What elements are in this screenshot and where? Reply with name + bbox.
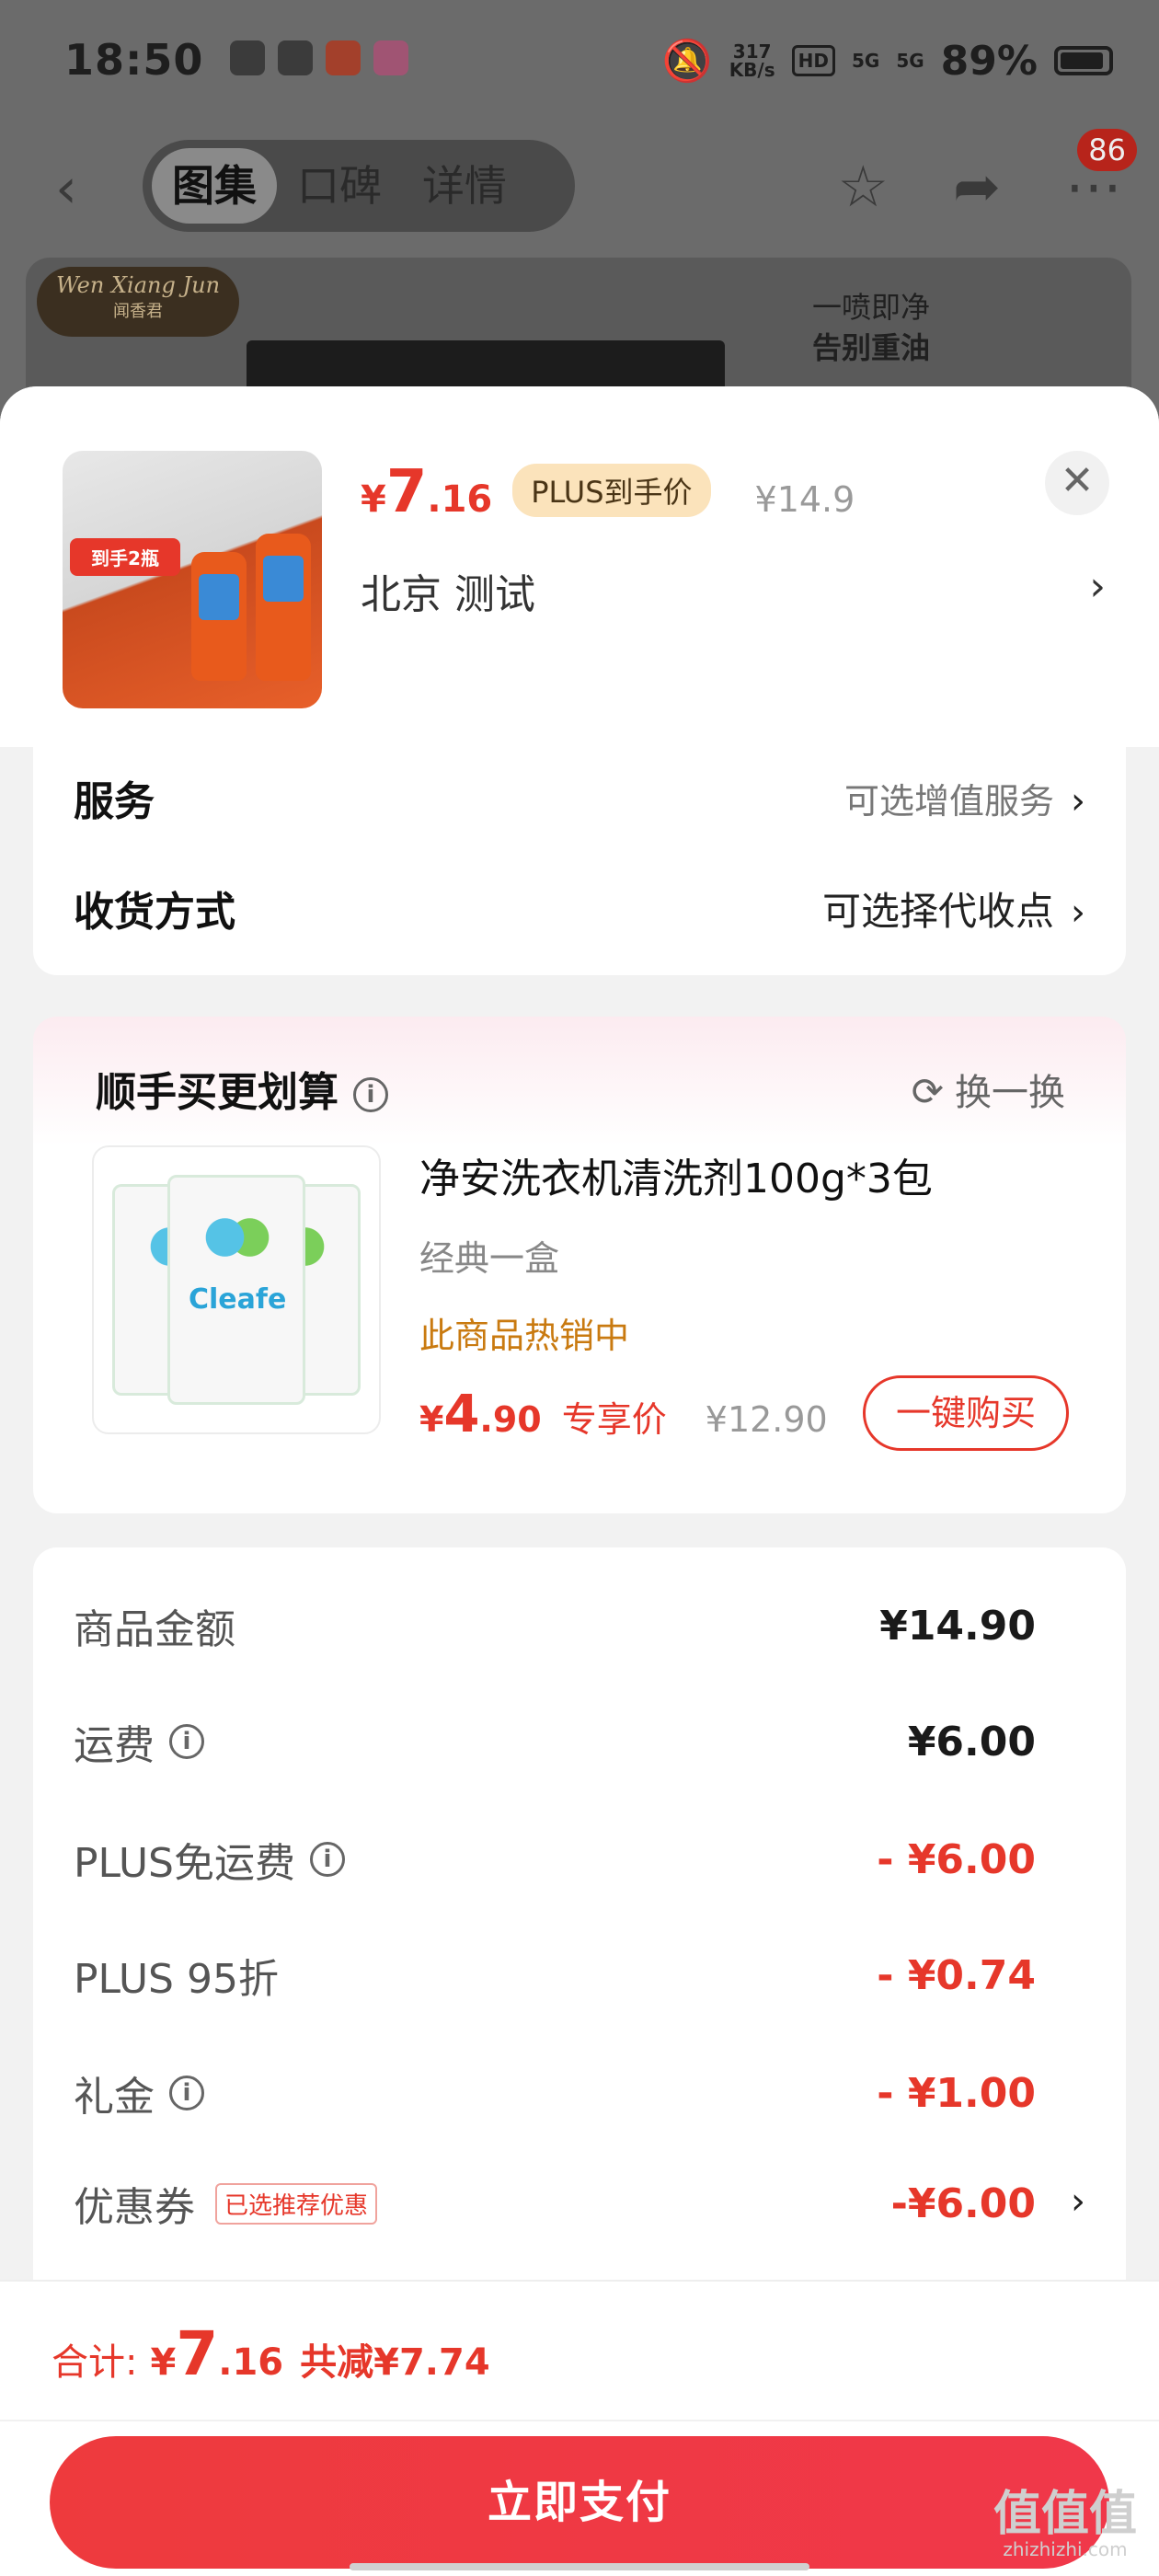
status-indicators: 🔕 317 KB/s HD 5G 5G 89% <box>662 37 1113 85</box>
battery-level: 89% <box>940 37 1038 85</box>
upsell-product-spec: 经典一盒 <box>419 1238 560 1279</box>
fee-row: 商品金额 ¥14.90 <box>74 1602 1036 1654</box>
star-icon[interactable]: ☆ <box>837 153 889 220</box>
cleafe-logo: Cleafe <box>189 1283 287 1316</box>
package-image: Cleafe <box>167 1175 305 1405</box>
info-icon[interactable]: i <box>169 1724 204 1759</box>
close-icon[interactable]: ✕ <box>1045 451 1109 515</box>
one-click-buy-button[interactable]: 一键购买 <box>863 1375 1069 1451</box>
status-time: 18:50 <box>64 35 204 85</box>
info-icon[interactable]: i <box>310 1842 345 1877</box>
coupon-row[interactable]: 优惠券 已选推荐优惠 -¥6.00 <box>74 2162 1036 2245</box>
refresh-button[interactable]: ⟳ 换一换 <box>912 1063 1065 1116</box>
upsell-product-name[interactable]: 净安洗衣机清洗剂100g*3包 <box>419 1145 933 1204</box>
product-price: ¥ 7 .16 PLUS到手价 ¥14.9 <box>361 458 855 526</box>
upsell-original-price: ¥12.90 <box>705 1399 828 1440</box>
delivery-method-row[interactable]: 收货方式 可选择代收点 › <box>74 867 1085 949</box>
fee-row: 礼金 i - ¥1.00 <box>74 2069 1036 2122</box>
share-icon[interactable]: ➦ <box>953 153 1001 220</box>
bottle-image <box>191 552 247 681</box>
divider <box>0 2420 1159 2421</box>
chevron-right-icon: › <box>1071 779 1085 822</box>
mute-icon: 🔕 <box>661 38 713 85</box>
upsell-hot-label: 此商品热销中 <box>419 1316 630 1356</box>
network-5g-2: 5G <box>896 50 924 72</box>
chevron-right-icon[interactable]: › <box>1071 2180 1085 2223</box>
product-nav-bar: ‹ 图集 口碑 详情 ☆ ➦ ⋯ 86 <box>0 129 1159 239</box>
network-speed: 317 KB/s <box>729 40 775 81</box>
home-indicator[interactable] <box>350 2563 809 2570</box>
order-total: 合计: ¥ 7 .16 共减¥7.74 <box>52 2318 490 2389</box>
page-tabs: 图集 口碑 详情 <box>143 140 575 232</box>
delivery-address[interactable]: 北京 测试 <box>361 561 535 620</box>
chevron-right-icon[interactable]: › <box>1089 563 1106 610</box>
original-price: ¥14.9 <box>754 479 855 520</box>
plus-price-tag: PLUS到手价 <box>512 464 711 517</box>
battery-icon <box>1054 46 1113 75</box>
network-5g-1: 5G <box>851 50 880 72</box>
upsell-product-image[interactable]: Cleafe <box>92 1145 381 1434</box>
notification-icons <box>230 40 408 75</box>
thumb-promo-label: 到手2瓶 <box>70 538 180 576</box>
exclusive-price-tag: 专享价 <box>561 1399 667 1440</box>
coupon-recommend-tag: 已选推荐优惠 <box>215 2182 378 2225</box>
bottle-image <box>256 534 311 681</box>
pay-now-button[interactable]: 立即支付 <box>50 2436 1109 2569</box>
product-thumbnail: 到手2瓶 <box>63 451 322 708</box>
fee-row: PLUS 95折 - ¥0.74 <box>74 1951 1036 2004</box>
tab-reviews[interactable]: 口碑 <box>277 148 402 224</box>
signal-hd-icon <box>230 40 265 75</box>
fee-row: 运费 i ¥6.00 <box>74 1718 1036 1770</box>
nav-actions: ☆ ➦ ⋯ <box>837 153 1122 220</box>
app-icon <box>373 40 408 75</box>
wechat-icon <box>278 40 313 75</box>
banner-slogan: 一喷即净 告别重油 <box>812 290 931 365</box>
upsell-price: ¥ 4 .90 专享价 ¥12.90 <box>419 1385 828 1444</box>
upsell-title: 顺手买更划算 i <box>96 1059 388 1118</box>
checkout-footer: 合计: ¥ 7 .16 共减¥7.74 立即支付 <box>0 2280 1159 2576</box>
service-row[interactable]: 服务 可选增值服务 › <box>74 756 1085 839</box>
tab-details[interactable]: 详情 <box>402 148 527 224</box>
info-icon[interactable]: i <box>353 1077 388 1112</box>
tab-gallery[interactable]: 图集 <box>152 148 277 224</box>
total-saved: 共减¥7.74 <box>300 2341 490 2384</box>
product-summary: 到手2瓶 ¥ 7 .16 PLUS到手价 ¥14.9 ✕ 北京 测试 › <box>0 386 1159 747</box>
message-badge: 86 <box>1077 129 1137 171</box>
upsell-card: 顺手买更划算 i ⟳ 换一换 Cleafe 净安洗衣机清洗剂100g*3包 经典一盒… <box>33 1017 1126 1513</box>
watermark: 值值值 zhizhizhi.com <box>993 2487 1137 2560</box>
fee-row: PLUS免运费 i - ¥6.00 <box>74 1835 1036 1888</box>
hd-indicator: HD <box>791 45 835 76</box>
taobao-icon <box>326 40 361 75</box>
info-icon[interactable]: i <box>169 2076 204 2110</box>
refresh-icon: ⟳ <box>911 1069 944 1114</box>
brand-logo: Wen Xiang Jun 闻香君 <box>37 267 239 337</box>
service-card: 服务 可选增值服务 › 收货方式 可选择代收点 › <box>33 747 1126 975</box>
status-bar: 18:50 🔕 317 KB/s HD 5G 5G 89% <box>0 0 1159 120</box>
back-icon[interactable]: ‹ <box>55 156 77 221</box>
chevron-right-icon: › <box>1071 891 1085 934</box>
checkout-sheet: 到手2瓶 ¥ 7 .16 PLUS到手价 ¥14.9 ✕ 北京 测试 › 服务 … <box>0 386 1159 2576</box>
